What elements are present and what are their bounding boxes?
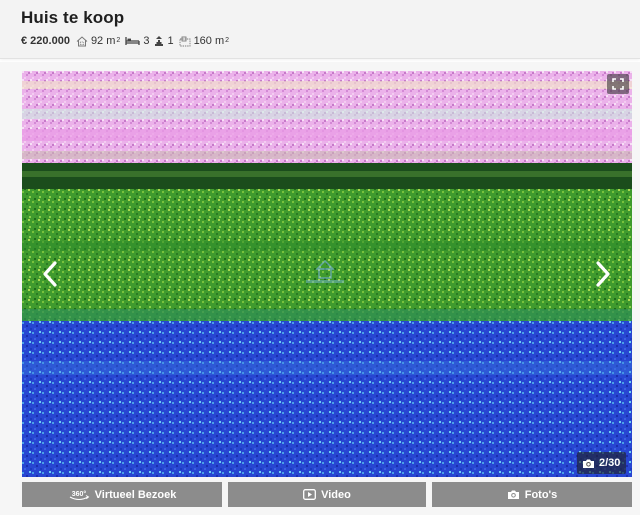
living-area-value: 92 m bbox=[90, 35, 116, 47]
floors-value: 1 bbox=[167, 35, 174, 47]
plot-icon bbox=[179, 36, 191, 46]
page-title: Huis te koop bbox=[21, 8, 125, 27]
play-icon bbox=[303, 489, 317, 500]
plot-area-value: 160 m bbox=[193, 35, 225, 47]
next-photo-button[interactable] bbox=[591, 259, 615, 289]
stairs-icon bbox=[155, 36, 164, 46]
360-icon: 360° bbox=[69, 490, 89, 500]
bed-icon bbox=[125, 37, 140, 45]
bedrooms-value: 3 bbox=[143, 35, 150, 47]
virtual-tour-label: Virtueel Bezoek bbox=[94, 488, 177, 501]
chevron-left-icon bbox=[43, 261, 57, 287]
video-label: Video bbox=[321, 488, 351, 501]
media-action-bar: 360° Virtueel Bezoek Video Foto's bbox=[22, 482, 632, 507]
fullscreen-button[interactable] bbox=[607, 74, 629, 94]
camera-icon bbox=[583, 459, 594, 468]
house-area-icon bbox=[76, 35, 88, 46]
watermark-logo bbox=[306, 259, 344, 283]
floors: 1 bbox=[154, 35, 174, 47]
listing-specs: € 220.000 92 m2 3 1 160 m 2 bbox=[21, 35, 234, 47]
living-area: 92 m2 bbox=[76, 35, 120, 47]
fullscreen-icon bbox=[612, 78, 624, 90]
previous-photo-button[interactable] bbox=[38, 259, 62, 289]
360-badge-text: 360° bbox=[71, 490, 86, 498]
chevron-right-icon bbox=[596, 261, 610, 287]
camera-icon bbox=[507, 490, 519, 499]
virtual-tour-button[interactable]: 360° Virtueel Bezoek bbox=[22, 482, 222, 507]
plot-area: 160 m2 bbox=[179, 35, 229, 47]
bedrooms: 3 bbox=[125, 35, 149, 47]
photo-counter: 2/30 bbox=[577, 452, 627, 474]
listing-header: Huis te koop € 220.000 92 m2 3 1 160 m 2 bbox=[0, 0, 640, 59]
photos-button[interactable]: Foto's bbox=[432, 482, 632, 507]
photo-counter-value: 2/30 bbox=[599, 457, 621, 469]
video-button[interactable]: Video bbox=[228, 482, 426, 507]
price: € 220.000 bbox=[21, 35, 70, 47]
photos-label: Foto's bbox=[524, 488, 558, 501]
